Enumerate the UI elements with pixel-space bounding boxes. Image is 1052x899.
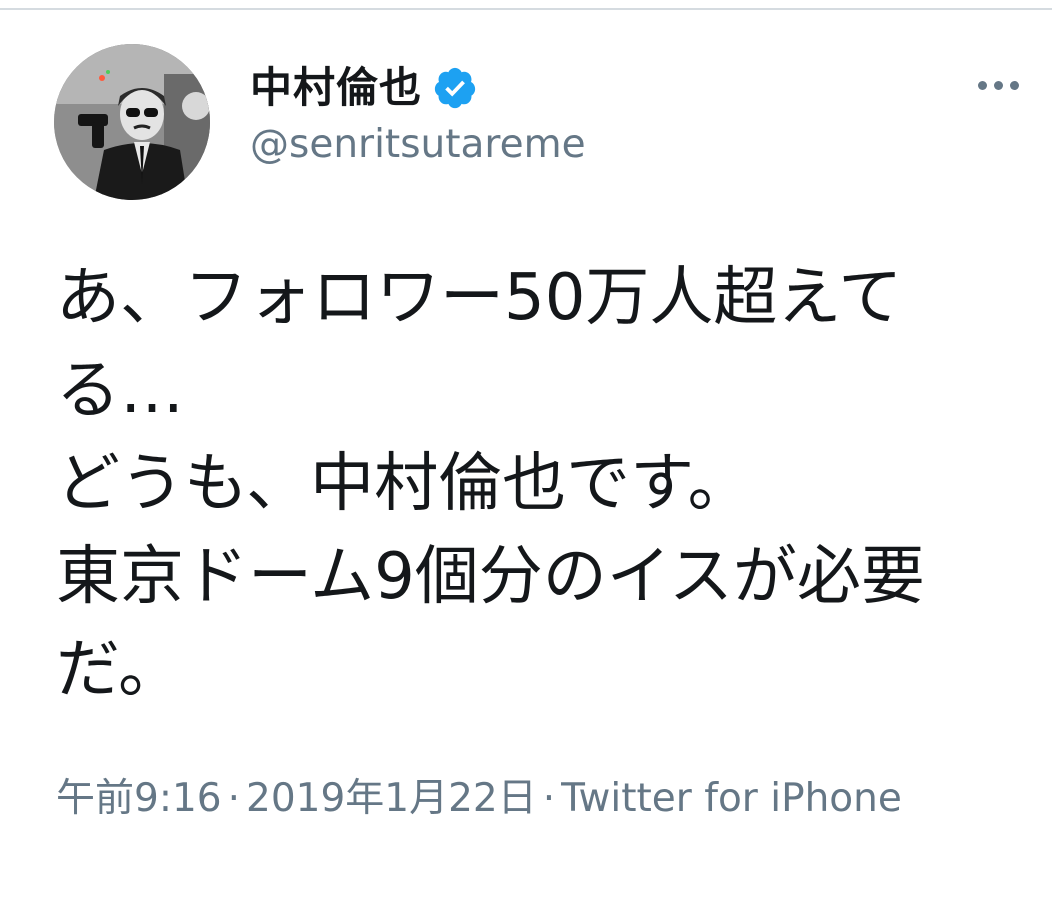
tweet-line: 東京ドーム9個分のイスが必要 <box>56 540 925 614</box>
display-name[interactable]: 中村倫也 <box>250 67 422 109</box>
avatar[interactable] <box>54 44 210 200</box>
tweet-date[interactable]: 2019年1月22日 <box>246 776 537 821</box>
more-horizontal-icon-dot <box>1009 80 1019 90</box>
tweet-text: あ、フォロワー50万人超えて る… どうも、中村倫也です。 東京ドーム9個分のイ… <box>56 252 1036 717</box>
tweet-meta: 午前9:16 · 2019年1月22日 · Twitter for iPhone <box>56 768 936 830</box>
meta-separator: · <box>542 776 556 821</box>
tweet-line: る… <box>56 354 184 428</box>
tweet-line: どうも、中村倫也です。 <box>56 447 752 521</box>
tweet-line: あ、フォロワー50万人超えて <box>56 261 903 335</box>
author-name-row[interactable]: 中村倫也 <box>250 58 478 118</box>
more-horizontal-icon-dot <box>993 80 1003 90</box>
handle[interactable]: @senritsutareme <box>250 123 586 167</box>
more-options-button[interactable] <box>968 68 1028 102</box>
tweet-line: だ。 <box>56 633 183 707</box>
meta-separator: · <box>227 776 240 821</box>
tweet-source[interactable]: Twitter for iPhone <box>561 776 902 821</box>
top-divider <box>0 0 1052 10</box>
tweet-time[interactable]: 午前9:16 <box>56 776 222 821</box>
verified-badge-icon <box>434 67 476 109</box>
more-horizontal-icon <box>977 80 987 90</box>
avatar-image <box>54 44 210 200</box>
